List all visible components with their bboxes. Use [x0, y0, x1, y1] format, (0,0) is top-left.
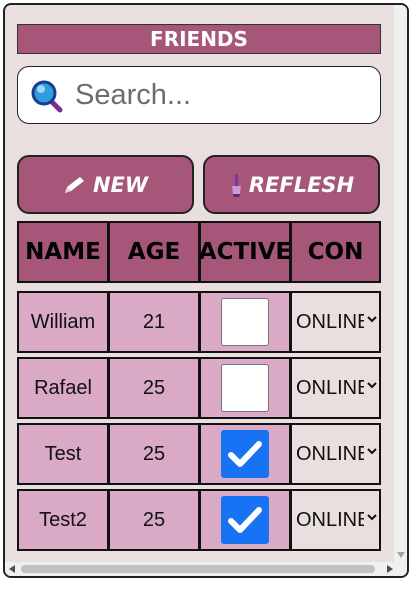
active-checkbox[interactable] [221, 430, 269, 478]
age-cell: 25 [108, 423, 200, 485]
table-header-row: NAME AGE ACTIVE CON [17, 221, 381, 283]
age-cell: 25 [108, 357, 200, 419]
con-cell: ONLINE [290, 489, 381, 551]
friends-window: FRIENDS Search... NEW REFLESH NAME AGE A… [3, 3, 409, 578]
connection-select[interactable]: ONLINE [296, 307, 379, 337]
table-row[interactable]: Test2 25 ONLINE [17, 489, 381, 551]
page-title: FRIENDS [17, 24, 381, 54]
brush-icon [229, 173, 243, 197]
name-cell: Test2 [17, 489, 109, 551]
chevron-down-icon [367, 514, 377, 521]
table-row[interactable]: Rafael 25 ONLINE [17, 357, 381, 419]
new-button-label: NEW [92, 172, 149, 197]
age-cell: 21 [108, 291, 200, 353]
horizontal-scrollbar[interactable] [5, 562, 399, 576]
connection-value: ONLINE [296, 508, 364, 531]
scroll-right-arrow-icon[interactable] [387, 565, 393, 573]
new-button[interactable]: NEW [17, 155, 194, 214]
vertical-scrollbar[interactable] [394, 5, 407, 576]
column-header-name[interactable]: NAME [17, 221, 109, 283]
connection-select[interactable]: ONLINE [296, 439, 379, 469]
horizontal-scroll-thumb[interactable] [21, 565, 375, 573]
active-cell [199, 423, 291, 485]
active-cell [199, 291, 291, 353]
refresh-button[interactable]: REFLESH [203, 155, 380, 214]
age-cell: 25 [108, 489, 200, 551]
con-cell: ONLINE [290, 423, 381, 485]
pencil-icon [63, 175, 87, 195]
scroll-down-arrow-icon[interactable] [397, 552, 405, 558]
name-cell: Rafael [17, 357, 109, 419]
name-cell: Test [17, 423, 109, 485]
active-checkbox[interactable] [221, 298, 269, 346]
active-cell [199, 489, 291, 551]
con-cell: ONLINE [290, 357, 381, 419]
checkmark-icon [228, 507, 262, 533]
chevron-down-icon [367, 316, 377, 323]
con-cell: ONLINE [290, 291, 381, 353]
active-checkbox[interactable] [221, 496, 269, 544]
connection-value: ONLINE [296, 442, 364, 465]
chevron-down-icon [367, 448, 377, 455]
refresh-button-label: REFLESH [248, 172, 355, 197]
search-icon [30, 79, 64, 113]
scroll-left-arrow-icon[interactable] [9, 565, 15, 573]
column-header-con[interactable]: CON [290, 221, 381, 283]
active-checkbox[interactable] [221, 364, 269, 412]
column-header-age[interactable]: AGE [108, 221, 200, 283]
search-input[interactable]: Search... [17, 66, 381, 124]
search-placeholder: Search... [75, 79, 192, 111]
checkmark-icon [228, 441, 262, 467]
connection-value: ONLINE [296, 376, 364, 399]
connection-value: ONLINE [296, 310, 364, 333]
name-cell: William [17, 291, 109, 353]
chevron-down-icon [367, 382, 377, 389]
connection-select[interactable]: ONLINE [296, 505, 379, 535]
table-row[interactable]: Test 25 ONLINE [17, 423, 381, 485]
table-row[interactable]: William 21 ONLINE [17, 291, 381, 353]
active-cell [199, 357, 291, 419]
connection-select[interactable]: ONLINE [296, 373, 379, 403]
column-header-active[interactable]: ACTIVE [199, 221, 291, 283]
